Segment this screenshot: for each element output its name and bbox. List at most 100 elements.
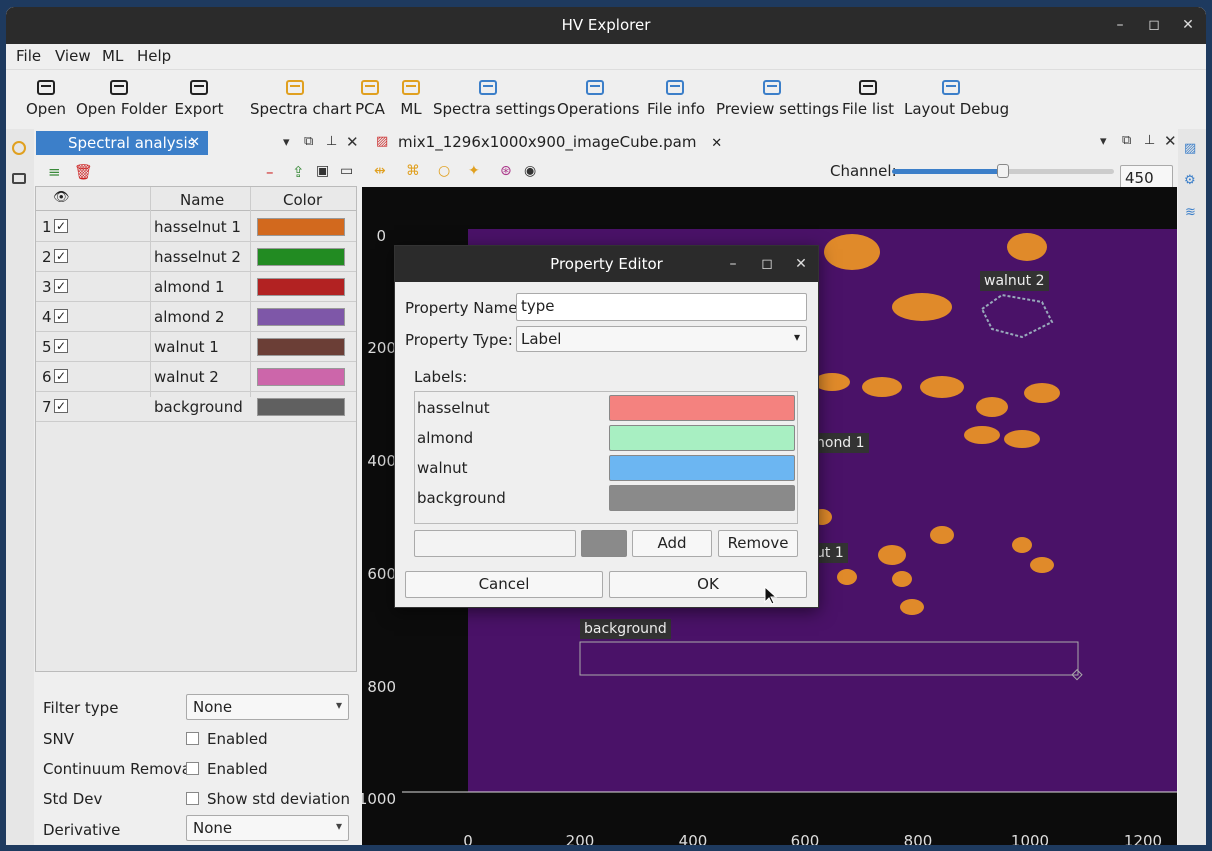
- move-icon[interactable]: ⇹: [374, 163, 386, 179]
- chevron-down-icon[interactable]: ▾: [1100, 134, 1107, 149]
- label-color-button[interactable]: [609, 395, 795, 421]
- continuum-removal-checkbox[interactable]: Enabled: [186, 760, 268, 778]
- brain-icon[interactable]: ⊛: [500, 163, 512, 179]
- spectrum-name[interactable]: hasselnut 1: [154, 218, 241, 236]
- export-icon[interactable]: ⇪: [292, 163, 305, 181]
- database-icon[interactable]: ≋: [1185, 205, 1196, 220]
- menu-file[interactable]: File: [16, 47, 41, 65]
- channel-slider[interactable]: [892, 164, 1114, 178]
- spectrum-name[interactable]: background: [154, 398, 243, 416]
- table-row[interactable]: 5 ✓ walnut 1: [36, 332, 356, 362]
- visibility-checkbox[interactable]: ✓: [54, 249, 68, 263]
- chevron-down-icon[interactable]: ▾: [283, 135, 290, 150]
- color-swatch[interactable]: [257, 248, 345, 266]
- color-swatch[interactable]: [257, 278, 345, 296]
- toolbar-button-file-info[interactable]: File info: [647, 72, 705, 128]
- visibility-checkbox[interactable]: ✓: [54, 279, 68, 293]
- menu-ml[interactable]: ML: [102, 47, 123, 65]
- brain-icon[interactable]: [12, 141, 26, 155]
- minimize-icon[interactable]: –: [1110, 15, 1130, 35]
- color-swatch[interactable]: [257, 368, 345, 386]
- spectrum-name[interactable]: hasselnut 2: [154, 248, 241, 266]
- menu-view[interactable]: View: [55, 47, 91, 65]
- close-icon[interactable]: ✕: [346, 133, 359, 151]
- spectrum-name[interactable]: walnut 2: [154, 368, 219, 386]
- visibility-checkbox[interactable]: ✓: [54, 339, 68, 353]
- trash-icon[interactable]: 🗑: [74, 163, 93, 181]
- close-icon[interactable]: ✕: [791, 254, 811, 274]
- maximize-icon[interactable]: ◻: [757, 254, 777, 274]
- new-label-color-button[interactable]: [581, 530, 627, 557]
- image-icon[interactable]: ▨: [1184, 141, 1196, 156]
- label-row[interactable]: almond: [417, 423, 798, 453]
- minimize-icon[interactable]: –: [723, 254, 743, 274]
- table-row[interactable]: 2 ✓ hasselnut 2: [36, 242, 356, 272]
- close-icon[interactable]: ✕: [1164, 132, 1177, 150]
- spectrum-name[interactable]: almond 2: [154, 308, 225, 326]
- spectrum-name[interactable]: almond 1: [154, 278, 225, 296]
- circle-icon[interactable]: ○: [438, 163, 450, 179]
- toolbar-button-spectra-settings[interactable]: Spectra settings: [433, 72, 555, 128]
- label-row[interactable]: walnut: [417, 453, 798, 483]
- color-swatch[interactable]: [257, 338, 345, 356]
- property-name-input[interactable]: type: [516, 293, 807, 321]
- visibility-checkbox[interactable]: ✓: [54, 369, 68, 383]
- visibility-checkbox[interactable]: ✓: [54, 309, 68, 323]
- toolbar-button-open[interactable]: Open: [26, 72, 66, 128]
- toolbar-button-file-list[interactable]: File list: [842, 72, 894, 128]
- cancel-button[interactable]: Cancel: [405, 571, 603, 598]
- label-color-button[interactable]: [609, 425, 795, 451]
- new-label-input[interactable]: [414, 530, 576, 557]
- channel-slider-handle[interactable]: [997, 164, 1009, 178]
- table-row[interactable]: 6 ✓ walnut 2: [36, 362, 356, 392]
- folders-icon[interactable]: [12, 173, 26, 184]
- close-icon[interactable]: ✕: [711, 136, 722, 151]
- color-swatch[interactable]: [257, 308, 345, 326]
- label-color-button[interactable]: [609, 485, 795, 511]
- visibility-checkbox[interactable]: ✓: [54, 399, 68, 413]
- tab-image-cube[interactable]: ▨ mix1_1296x1000x900_imageCube.pam ✕: [368, 131, 722, 153]
- maximize-icon[interactable]: ◻: [1144, 15, 1164, 35]
- derivative-select[interactable]: None: [186, 815, 349, 841]
- folder-icon[interactable]: ▭: [340, 163, 353, 179]
- remove-button[interactable]: Remove: [718, 530, 798, 557]
- toolbar-button-open-folder[interactable]: Open Folder: [76, 72, 167, 128]
- label-color-button[interactable]: [609, 455, 795, 481]
- chip-icon[interactable]: ⚙: [1184, 173, 1196, 188]
- tab-spectral-analysis[interactable]: Spectral analysis ✕: [36, 131, 208, 155]
- toolbar-button-preview-settings[interactable]: Preview settings: [716, 72, 839, 128]
- toolbar-button-operations[interactable]: Operations: [557, 72, 639, 128]
- spectrum-name[interactable]: walnut 1: [154, 338, 219, 356]
- visibility-checkbox[interactable]: ✓: [54, 219, 68, 233]
- color-swatch[interactable]: [257, 398, 345, 416]
- float-icon[interactable]: ⧉: [304, 134, 313, 149]
- property-type-select[interactable]: Label ▾: [516, 326, 807, 352]
- label-row[interactable]: hasselnut: [417, 393, 798, 423]
- filter-type-select[interactable]: None: [186, 694, 349, 720]
- remove-icon[interactable]: –: [266, 163, 274, 181]
- color-swatch[interactable]: [257, 218, 345, 236]
- toolbar-button-spectra-chart[interactable]: Spectra chart: [250, 72, 352, 128]
- polygon-icon[interactable]: ⌘: [406, 163, 420, 179]
- table-row[interactable]: 4 ✓ almond 2: [36, 302, 356, 332]
- add-button[interactable]: Add: [632, 530, 712, 557]
- label-row[interactable]: background: [417, 483, 798, 513]
- table-row[interactable]: 3 ✓ almond 1: [36, 272, 356, 302]
- node-icon[interactable]: ✦: [468, 163, 480, 179]
- pin-icon[interactable]: ⊥: [1144, 133, 1155, 148]
- toolbar-button-export[interactable]: Export: [174, 72, 224, 128]
- toolbar-button-ml[interactable]: ML: [396, 72, 426, 128]
- close-icon[interactable]: ✕: [1178, 15, 1198, 35]
- float-icon[interactable]: ⧉: [1122, 133, 1131, 148]
- list-add-icon[interactable]: ≡: [48, 163, 61, 181]
- eye-icon[interactable]: ◉: [524, 163, 536, 179]
- snv-checkbox[interactable]: Enabled: [186, 730, 268, 748]
- std-dev-checkbox[interactable]: Show std deviation: [186, 790, 350, 808]
- table-row[interactable]: 7 ✓ background: [36, 392, 356, 422]
- save-icon[interactable]: ▣: [316, 163, 329, 179]
- pin-icon[interactable]: ⊥: [326, 134, 337, 149]
- close-icon[interactable]: ✕: [189, 131, 200, 155]
- table-row[interactable]: 1 ✓ hasselnut 1: [36, 212, 356, 242]
- menu-help[interactable]: Help: [137, 47, 171, 65]
- toolbar-button-pca[interactable]: PCA: [354, 72, 386, 128]
